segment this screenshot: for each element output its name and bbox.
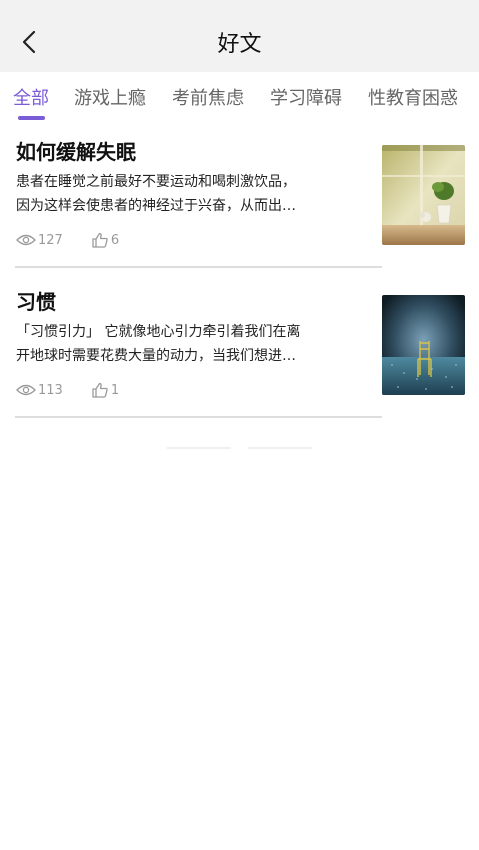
- article-item[interactable]: 习惯 「习惯引力」 它就像地心引力牵引着我们在离 开地球时需要花费大量的动力，当…: [15, 286, 465, 418]
- article-thumbnail: [382, 295, 465, 395]
- loading-placeholder: [248, 447, 312, 449]
- view-count: 113: [16, 383, 63, 398]
- app-header: 好文: [0, 0, 479, 72]
- like-count-value: 6: [110, 232, 120, 248]
- article-snippet: 患者在睡觉之前最好不要运动和喝刺激饮品， 因为这样会使患者的神经过于兴奋，从而出…: [16, 170, 346, 218]
- view-count: 127: [16, 233, 63, 248]
- loading-placeholder: [167, 447, 231, 449]
- view-count-value: 113: [38, 382, 63, 398]
- eye-icon: [16, 384, 36, 396]
- tab-all[interactable]: 全部: [13, 84, 49, 110]
- thumbs-up-icon: [92, 232, 108, 248]
- active-tab-indicator: [18, 116, 45, 120]
- tab-sex-education[interactable]: 性教育困惑: [368, 84, 458, 110]
- category-tabs: 全部 游戏上瘾 考前焦虑 学习障碍 性教育困惑: [0, 72, 479, 122]
- article-stats: 127 6: [16, 230, 119, 250]
- article-snippet: 「习惯引力」 它就像地心引力牵引着我们在离 开地球时需要花费大量的动力，当我们想…: [16, 320, 346, 368]
- tab-learning-disorder[interactable]: 学习障碍: [270, 84, 342, 110]
- article-stats: 113 1: [16, 380, 119, 400]
- article-title: 习惯: [16, 290, 56, 314]
- article-thumbnail: [382, 145, 465, 245]
- snippet-line: 因为这样会使患者的神经过于兴奋，从而出…: [16, 198, 296, 214]
- snippet-line: 开地球时需要花费大量的动力，当我们想进…: [16, 348, 296, 364]
- like-count[interactable]: 1: [91, 381, 119, 399]
- plant-by-window-photo: [382, 145, 465, 245]
- like-count-value: 1: [110, 382, 120, 398]
- article-divider: [15, 416, 382, 418]
- thumbs-up-icon: [92, 382, 108, 398]
- snippet-line: 「习惯引力」 它就像地心引力牵引着我们在离: [16, 324, 301, 340]
- article-title: 如何缓解失眠: [16, 140, 136, 164]
- tab-game-addiction[interactable]: 游戏上瘾: [74, 84, 146, 110]
- view-count-value: 127: [38, 232, 63, 248]
- chair-in-field-photo: [382, 295, 465, 395]
- article-item[interactable]: 如何缓解失眠 患者在睡觉之前最好不要运动和喝刺激饮品， 因为这样会使患者的神经过…: [15, 136, 465, 268]
- article-divider: [15, 266, 382, 268]
- eye-icon: [16, 234, 36, 246]
- like-count[interactable]: 6: [91, 231, 119, 249]
- snippet-line: 患者在睡觉之前最好不要运动和喝刺激饮品，: [16, 174, 296, 190]
- tab-exam-anxiety[interactable]: 考前焦虑: [172, 84, 244, 110]
- page-title: 好文: [217, 32, 262, 57]
